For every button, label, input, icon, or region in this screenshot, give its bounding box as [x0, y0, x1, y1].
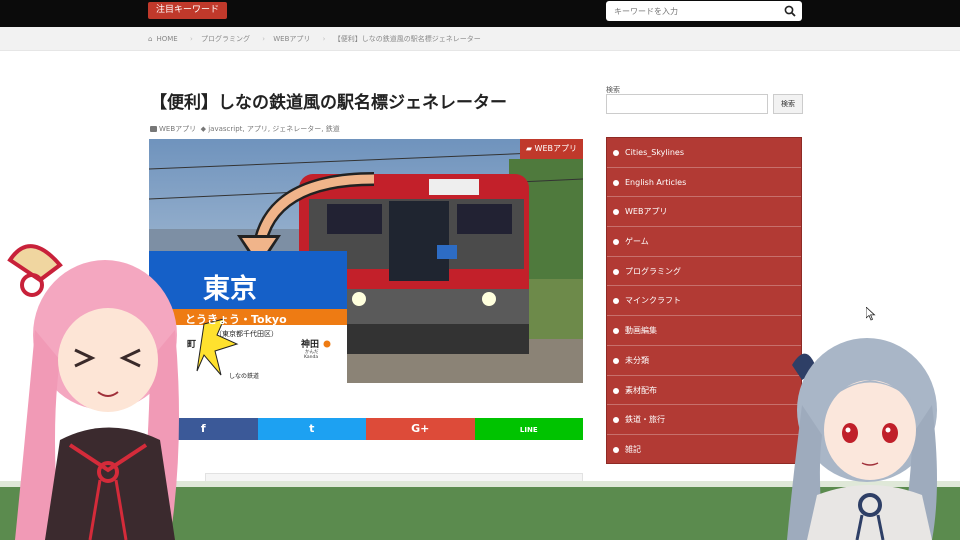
sign-station-name: 東京 — [203, 274, 257, 305]
breadcrumb-current: 【便利】しなの鉄道風の駅名標ジェネレーター — [333, 35, 481, 43]
category-item[interactable]: English Articles — [607, 168, 801, 198]
meta-tags[interactable]: javascript, アプリ, ジェネレーター, 鉄道 — [208, 125, 340, 133]
breadcrumb-programming[interactable]: プログラミング — [201, 35, 250, 43]
share-buttons: f t G+ LINE — [149, 418, 583, 440]
category-badge[interactable]: ▰ WEBアプリ — [519, 139, 583, 159]
mouse-cursor-icon — [866, 307, 876, 321]
breadcrumb-webapp[interactable]: WEBアプリ — [273, 35, 310, 43]
line-icon: LINE — [519, 426, 538, 434]
sign-area: （東京都千代田区） — [215, 330, 278, 338]
folder-icon: ▰ — [525, 144, 535, 153]
hero-image[interactable]: 東京 とうきょう・Tokyo （東京都千代田区） 町 神田 かんだ Kanda … — [149, 139, 583, 383]
category-item[interactable]: ゲーム — [607, 227, 801, 257]
twitter-share-button[interactable]: t — [257, 418, 366, 440]
meta-category[interactable]: WEBアプリ — [159, 125, 196, 133]
facebook-icon: f — [200, 422, 206, 435]
pink-hair-character — [7, 244, 179, 540]
breadcrumb-separator: › — [322, 35, 326, 43]
breadcrumb-home[interactable]: HOME — [156, 35, 177, 43]
gplus-share-button[interactable]: G+ — [366, 418, 475, 440]
folder-icon — [150, 126, 157, 132]
category-item[interactable]: WEBアプリ — [607, 197, 801, 228]
category-item[interactable]: マインクラフト — [607, 286, 801, 317]
category-badge-label: WEBアプリ — [534, 144, 577, 153]
category-item[interactable]: Cities_Skylines — [607, 138, 801, 168]
sign-company: しなの鉄道 — [229, 373, 260, 380]
page-title: 【便利】しなの鉄道風の駅名標ジェネレーター — [150, 93, 507, 113]
search-icon[interactable] — [784, 5, 796, 17]
hot-keywords-button[interactable]: 注目キーワード — [148, 2, 228, 19]
line-share-button[interactable]: LINE — [474, 418, 583, 440]
header-search-input[interactable] — [606, 1, 778, 21]
top-bar: 注目キーワード — [0, 0, 960, 27]
silver-hair-character — [787, 338, 937, 540]
sign-reading: とうきょう・Tokyo — [185, 313, 287, 326]
gplus-icon: G+ — [411, 422, 430, 435]
twitter-icon: t — [309, 422, 315, 435]
header-search — [606, 1, 802, 21]
sidebar-search-input[interactable] — [606, 94, 768, 114]
sign-next-roman: Kanda — [304, 355, 319, 360]
breadcrumb-bar: ⌂ HOME › プログラミング › WEBアプリ › 【便利】しなの鉄道風の駅名… — [0, 27, 960, 51]
tag-icon: ◆ — [200, 125, 206, 133]
breadcrumb-separator: › — [189, 35, 193, 43]
home-icon: ⌂ — [148, 35, 153, 43]
article-meta: WEBアプリ ◆ javascript, アプリ, ジェネレーター, 鉄道 — [150, 124, 340, 134]
train-photo — [149, 139, 583, 383]
sidebar-search-button[interactable]: 検索 — [773, 94, 803, 114]
breadcrumb: ⌂ HOME › プログラミング › WEBアプリ › 【便利】しなの鉄道風の駅名… — [148, 34, 485, 44]
category-item[interactable]: プログラミング — [607, 257, 801, 287]
breadcrumb-separator: › — [262, 35, 266, 43]
